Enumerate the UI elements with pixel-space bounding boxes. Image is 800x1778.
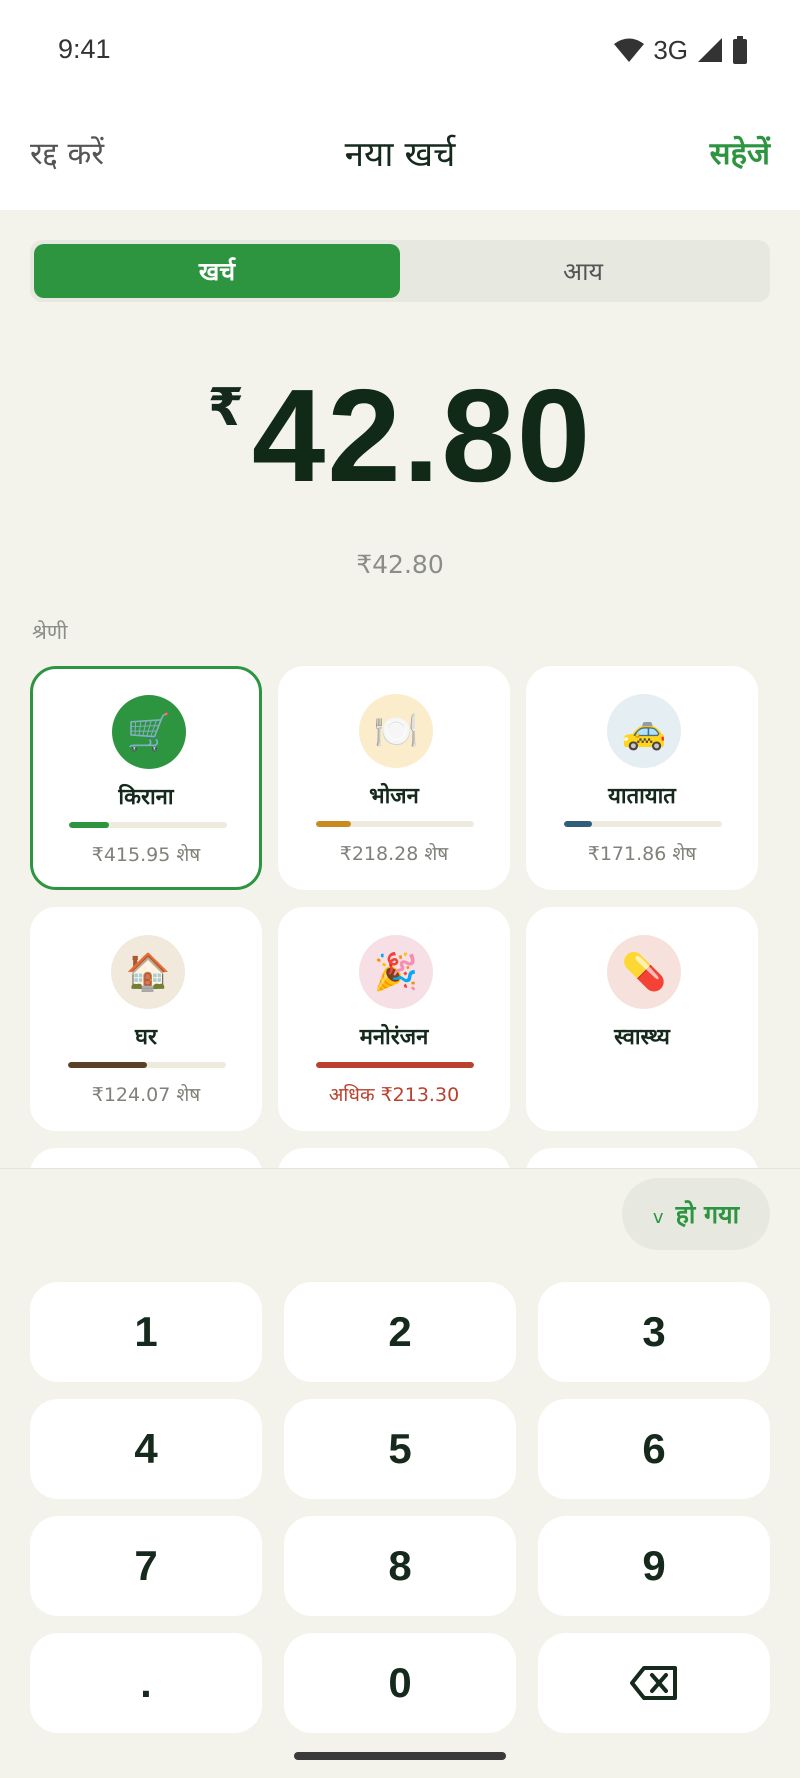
category-card-partial[interactable] — [278, 1148, 510, 1168]
cellular-signal-icon — [698, 38, 722, 62]
budget-progress-fill — [316, 821, 351, 827]
key-0[interactable]: 0 — [284, 1633, 516, 1733]
category-card-entertainment[interactable]: 🎉 मनोरंजन अधिक ₹213.30 — [278, 907, 510, 1131]
save-button[interactable]: सहेजें — [710, 132, 770, 174]
key-6[interactable]: 6 — [538, 1399, 770, 1499]
budget-remaining: ₹171.86 शेष — [587, 843, 697, 865]
budget-progress-fill — [564, 821, 593, 827]
page-title: नया खर्च — [344, 135, 456, 175]
key-8[interactable]: 8 — [284, 1516, 516, 1616]
home-indicator — [294, 1752, 506, 1760]
budget-progress-fill — [316, 1062, 474, 1068]
category-card-food[interactable]: 🍽️ भोजन ₹218.28 शेष — [278, 666, 510, 890]
status-icons: 3G — [613, 34, 748, 66]
category-card-partial[interactable] — [526, 1148, 758, 1168]
shopping-cart-icon: 🛒 — [112, 695, 186, 769]
tab-income[interactable]: आय — [400, 244, 766, 298]
category-card-home[interactable]: 🏠 घर ₹124.07 शेष — [30, 907, 262, 1131]
numeric-keypad: 1 2 3 4 5 6 7 8 9 . 0 — [30, 1282, 770, 1733]
category-grid: 🛒 किराना ₹415.95 शेष 🍽️ भोजन ₹218.28 शेष… — [30, 666, 770, 1168]
done-button[interactable]: v हो गया — [622, 1178, 770, 1250]
status-time: 9:41 — [58, 34, 111, 64]
chevron-down-icon: v — [652, 1206, 664, 1228]
key-9[interactable]: 9 — [538, 1516, 770, 1616]
key-5[interactable]: 5 — [284, 1399, 516, 1499]
network-type-label: 3G — [653, 34, 688, 65]
category-name: यातायात — [608, 784, 676, 809]
type-toggle: खर्च आय — [30, 240, 770, 302]
amount-display: ₹ 42.80 — [0, 370, 800, 502]
key-2[interactable]: 2 — [284, 1282, 516, 1382]
key-3[interactable]: 3 — [538, 1282, 770, 1382]
tab-expense[interactable]: खर्च — [34, 244, 400, 298]
key-7[interactable]: 7 — [30, 1516, 262, 1616]
budget-progress-bar — [69, 822, 227, 828]
category-card-partial[interactable] — [30, 1148, 262, 1168]
category-name: भोजन — [369, 784, 419, 809]
top-app-bar: रद्द करें नया खर्च सहेजें — [0, 100, 800, 210]
key-4[interactable]: 4 — [30, 1399, 262, 1499]
status-bar: 9:41 3G — [0, 0, 800, 100]
currency-symbol: ₹ — [207, 378, 244, 438]
done-label: हो गया — [675, 1200, 740, 1229]
house-icon: 🏠 — [111, 935, 185, 1009]
key-1[interactable]: 1 — [30, 1282, 262, 1382]
wifi-icon — [614, 38, 645, 62]
budget-progress-bar — [316, 1062, 474, 1068]
backspace-key[interactable] — [538, 1633, 770, 1733]
budget-progress-fill — [68, 1062, 147, 1068]
budget-progress-bar — [68, 1062, 226, 1068]
plate-cutlery-icon: 🍽️ — [359, 694, 433, 768]
budget-over-amount: अधिक ₹213.30 — [328, 1084, 460, 1106]
budget-remaining: ₹415.95 शेष — [91, 844, 201, 866]
budget-remaining: ₹218.28 शेष — [339, 843, 449, 865]
budget-progress-bar — [564, 821, 722, 827]
keypad-divider — [0, 1168, 800, 1169]
budget-remaining: ₹124.07 शेष — [91, 1084, 201, 1106]
backspace-icon — [630, 1666, 677, 1700]
pill-icon: 💊 — [607, 935, 681, 1009]
category-name: घर — [134, 1025, 157, 1050]
battery-icon — [733, 36, 747, 64]
amount-formatted: ₹42.80 — [356, 550, 444, 579]
amount-value: 42.80 — [251, 362, 593, 509]
budget-progress-fill — [69, 822, 109, 828]
category-name: किराना — [118, 785, 174, 810]
category-card-health[interactable]: 💊 स्वास्थ्य — [526, 907, 758, 1131]
category-section-label: श्रेणी — [32, 620, 68, 644]
key-decimal[interactable]: . — [30, 1633, 262, 1733]
party-popper-icon: 🎉 — [359, 935, 433, 1009]
category-name: स्वास्थ्य — [614, 1025, 670, 1050]
budget-progress-bar — [316, 821, 474, 827]
taxi-icon: 🚕 — [607, 694, 681, 768]
category-card-grocery[interactable]: 🛒 किराना ₹415.95 शेष — [30, 666, 262, 890]
category-name: मनोरंजन — [359, 1025, 429, 1050]
category-card-transport[interactable]: 🚕 यातायात ₹171.86 शेष — [526, 666, 758, 890]
